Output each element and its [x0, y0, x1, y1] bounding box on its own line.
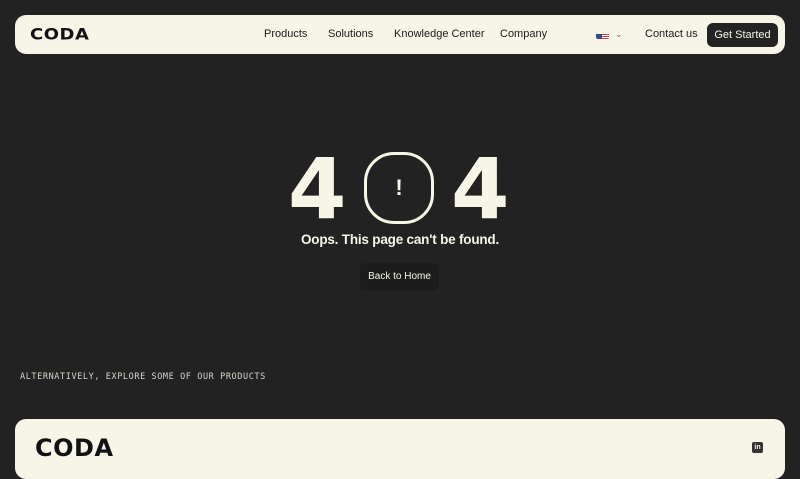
get-started-button[interactable]: Get Started	[707, 23, 778, 47]
error-code-404: 4 ! 4	[0, 145, 800, 235]
nav-company[interactable]: Company	[500, 27, 547, 41]
digit-four-left: 4	[288, 140, 347, 238]
main-menu: Products Solutions Knowledge Center Comp…	[15, 15, 785, 54]
back-to-home-button[interactable]: Back to Home	[360, 263, 439, 290]
nav-solutions[interactable]: Solutions	[328, 27, 373, 41]
top-navigation-bar: CODA Products Solutions Knowledge Center…	[15, 15, 785, 54]
footer-coda-logo[interactable]: CODA	[35, 436, 114, 460]
nav-products[interactable]: Products	[264, 27, 307, 41]
exclamation-icon: !	[395, 175, 403, 200]
contact-us-link[interactable]: Contact us	[645, 27, 698, 41]
digit-four-right: 4	[451, 140, 510, 238]
footer: CODA in	[15, 419, 785, 479]
chevron-down-icon[interactable]: ⌄	[615, 27, 623, 41]
error-message: Oops. This page can't be found.	[300, 232, 500, 247]
zero-ring: !	[364, 152, 434, 224]
us-flag-icon[interactable]	[596, 30, 609, 39]
linkedin-icon[interactable]: in	[752, 442, 763, 453]
nav-knowledge-center[interactable]: Knowledge Center	[394, 27, 485, 41]
explore-products-label: ALTERNATIVELY, EXPLORE SOME OF OUR PRODU…	[20, 372, 266, 382]
